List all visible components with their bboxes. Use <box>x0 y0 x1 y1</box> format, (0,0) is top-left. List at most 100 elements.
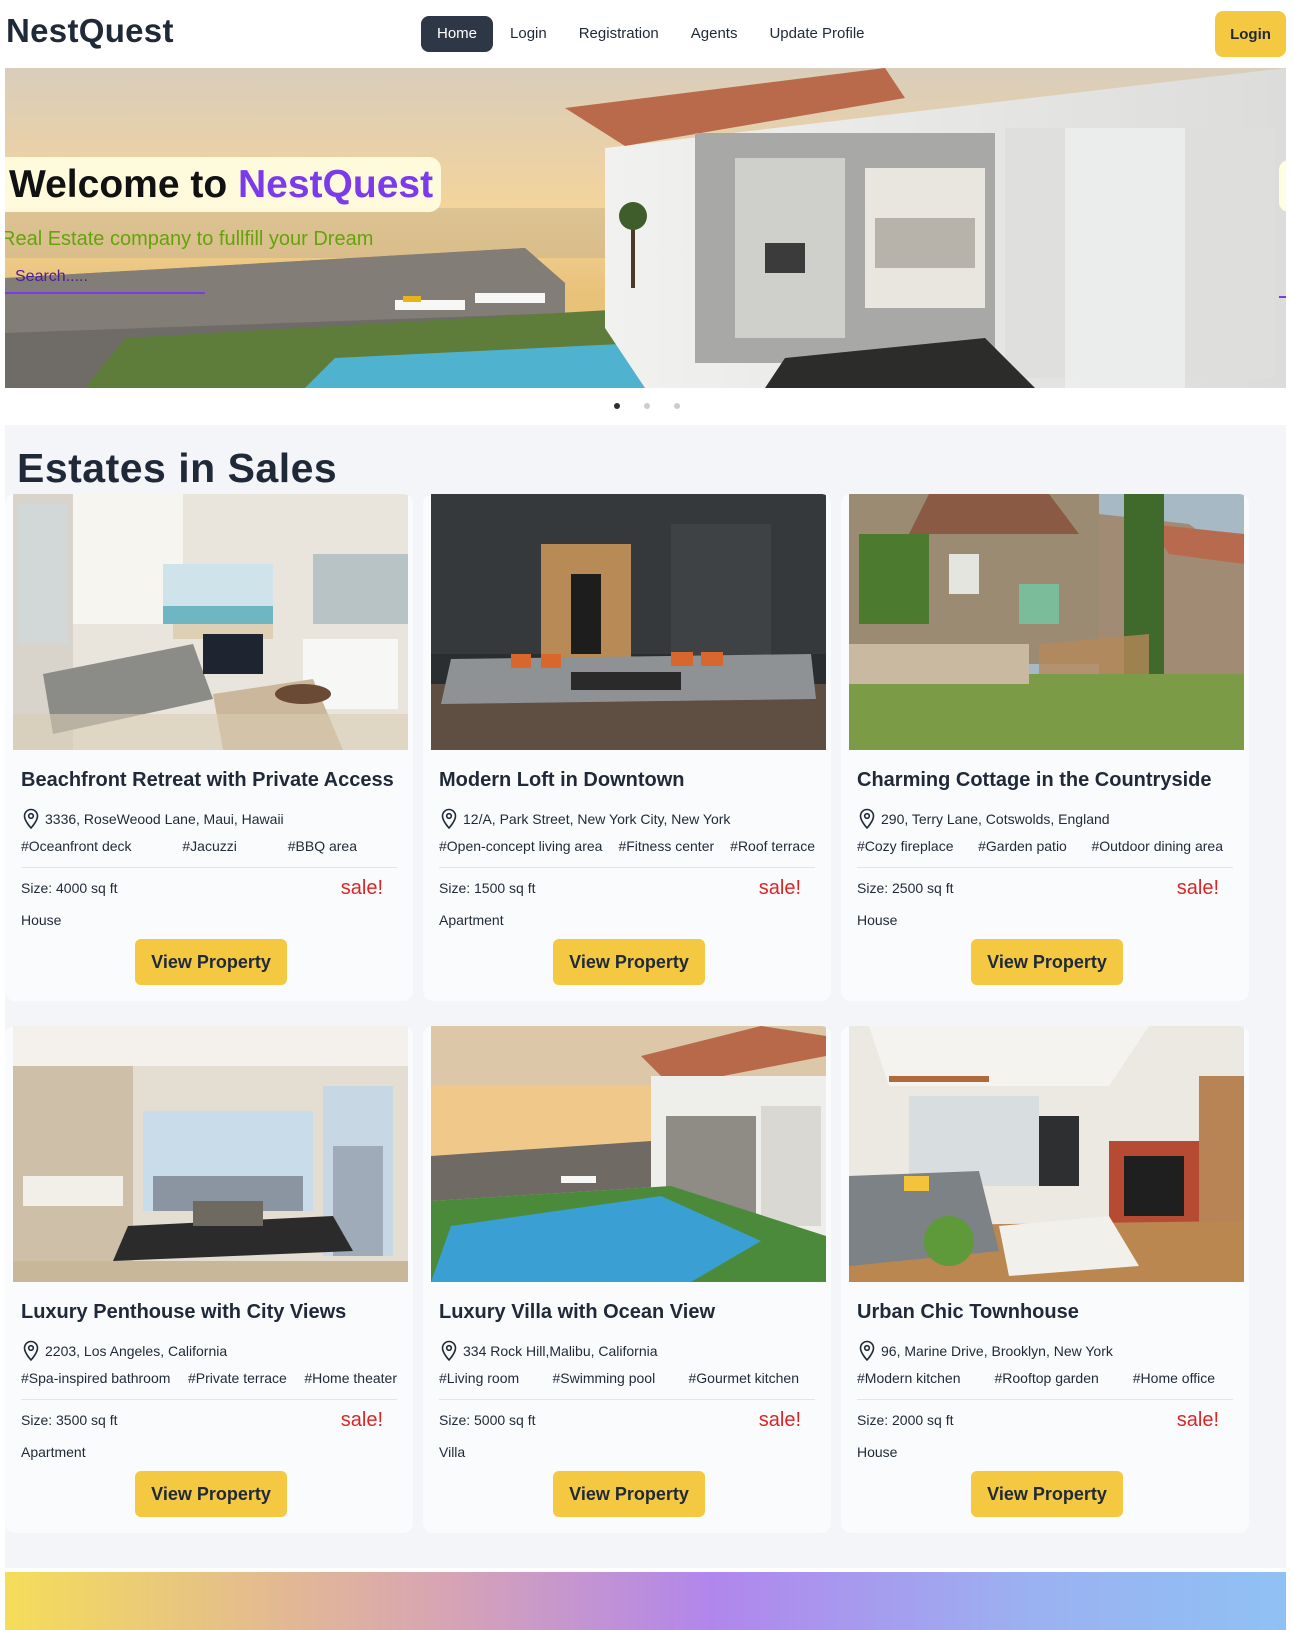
card-tag: #Fitness center <box>618 838 715 854</box>
card-title[interactable]: Luxury Villa with Ocean View <box>439 1301 715 1324</box>
sale-badge: sale! <box>1176 1409 1219 1431</box>
sale-badge: sale! <box>1176 877 1219 899</box>
location-pin-icon <box>441 1340 457 1362</box>
location-pin-icon <box>23 1340 39 1362</box>
view-property-button[interactable]: View Property <box>553 939 705 985</box>
penthouse-city-view-photo <box>13 1026 408 1282</box>
view-property-button[interactable]: View Property <box>971 1471 1123 1517</box>
view-property-button[interactable]: View Property <box>135 1471 287 1517</box>
card-location-text: 290, Terry Lane, Cotswolds, England <box>881 811 1110 827</box>
stone-cottage-photo <box>849 494 1244 750</box>
card-divider <box>439 1399 815 1400</box>
nav-link-home[interactable]: Home <box>421 16 494 52</box>
card-type: House <box>21 912 62 928</box>
card-size: Size: 2500 sq ft <box>857 880 954 896</box>
brand-logo[interactable]: NestQuest <box>6 12 174 50</box>
card-type: Villa <box>439 1444 466 1460</box>
villa-pool-sunset-photo <box>431 1026 826 1282</box>
card-size: Size: 2000 sq ft <box>857 1412 954 1428</box>
card-divider <box>21 1399 397 1400</box>
nav-link-agents[interactable]: Agents <box>676 16 753 52</box>
card-tag: #Garden patio <box>978 838 1067 854</box>
property-card: Beachfront Retreat with Private Access 3… <box>5 494 413 1001</box>
hero-welcome-heading: Welcome to NestQuest <box>5 157 442 212</box>
card-tag: #BBQ area <box>287 838 357 854</box>
card-tag: #Roof terrace <box>730 838 815 854</box>
card-title[interactable]: Charming Cottage in the Countryside <box>857 769 1211 792</box>
card-location-text: 2203, Los Angeles, California <box>45 1343 228 1359</box>
carousel-dot-1[interactable] <box>613 403 620 409</box>
card-type: Apartment <box>21 1444 86 1460</box>
card-size: Size: 4000 sq ft <box>21 880 118 896</box>
card-tags: #Cozy fireplace #Garden patio #Outdoor d… <box>857 838 1223 854</box>
nav-link-login[interactable]: Login <box>495 16 562 52</box>
card-divider <box>21 867 397 868</box>
estates-section: Estates in Sales Beachfront Retreat with… <box>5 425 1286 1568</box>
card-location: 290, Terry Lane, Cotswolds, England <box>857 808 1110 830</box>
nav-link-update-profile[interactable]: Update Profile <box>754 16 879 52</box>
card-size: Size: 1500 sq ft <box>439 880 536 896</box>
hero-subtitle: Real Estate company to fullfill your Dre… <box>5 228 374 250</box>
card-tags: #Living room #Swimming pool #Gourmet kit… <box>439 1370 799 1386</box>
card-title[interactable]: Modern Loft in Downtown <box>439 769 685 792</box>
sale-badge: sale! <box>758 877 801 899</box>
login-button[interactable]: Login <box>1215 11 1286 57</box>
property-card: Luxury Villa with Ocean View 334 Rock Hi… <box>423 1026 831 1533</box>
card-type: House <box>857 1444 898 1460</box>
card-tag: #Rooftop garden <box>994 1370 1099 1386</box>
property-card: Charming Cottage in the Countryside 290,… <box>841 494 1249 1001</box>
nav-links: Home Login Registration Agents Update Pr… <box>421 16 882 52</box>
card-tag: #Jacuzzi <box>182 838 237 854</box>
card-tag: #Home office <box>1132 1370 1215 1386</box>
card-title[interactable]: Luxury Penthouse with City Views <box>21 1301 346 1324</box>
card-divider <box>857 867 1233 868</box>
location-pin-icon <box>859 1340 875 1362</box>
sale-badge: sale! <box>340 877 383 899</box>
card-tag: #Oceanfront deck <box>21 838 132 854</box>
next-slide-peek-underline <box>1279 296 1286 298</box>
card-type: Apartment <box>439 912 504 928</box>
property-card: Modern Loft in Downtown 12/A, Park Stree… <box>423 494 831 1001</box>
card-type: House <box>857 912 898 928</box>
card-tag: #Modern kitchen <box>857 1370 961 1386</box>
card-title[interactable]: Urban Chic Townhouse <box>857 1301 1079 1324</box>
card-size: Size: 5000 sq ft <box>439 1412 536 1428</box>
view-property-button[interactable]: View Property <box>553 1471 705 1517</box>
card-tag: #Outdoor dining area <box>1091 838 1223 854</box>
sale-badge: sale! <box>758 1409 801 1431</box>
carousel-dot-3[interactable] <box>673 403 680 409</box>
card-tags: #Spa-inspired bathroom #Private terrace … <box>21 1370 397 1386</box>
card-location: 2203, Los Angeles, California <box>21 1340 227 1362</box>
hero-welcome-prefix: Welcome to <box>9 163 228 206</box>
carousel-dot-2[interactable] <box>643 403 650 409</box>
card-size: Size: 3500 sq ft <box>21 1412 118 1428</box>
beach-living-room-photo <box>13 494 408 750</box>
location-pin-icon <box>859 808 875 830</box>
search-input[interactable] <box>5 262 205 294</box>
card-tags: #Modern kitchen #Rooftop garden #Home of… <box>857 1370 1215 1386</box>
dark-loft-living-room-photo <box>431 494 826 750</box>
view-property-button[interactable]: View Property <box>135 939 287 985</box>
townhouse-fireplace-photo <box>849 1026 1244 1282</box>
card-tag: #Spa-inspired bathroom <box>21 1370 171 1386</box>
card-tag: #Living room <box>439 1370 520 1386</box>
view-property-button[interactable]: View Property <box>971 939 1123 985</box>
card-tag: #Swimming pool <box>552 1370 656 1386</box>
navbar: NestQuest Home Login Registration Agents… <box>0 0 1293 68</box>
nav-link-registration[interactable]: Registration <box>564 16 674 52</box>
card-location: 96, Marine Drive, Brooklyn, New York <box>857 1340 1113 1362</box>
next-slide-peek[interactable] <box>1279 160 1286 212</box>
card-tags: #Oceanfront deck #Jacuzzi #BBQ area <box>21 838 357 854</box>
card-location-text: 3336, RoseWeood Lane, Maui, Hawaii <box>45 811 284 827</box>
card-divider <box>857 1399 1233 1400</box>
card-tag: #Cozy fireplace <box>857 838 954 854</box>
gradient-banner <box>5 1572 1286 1630</box>
card-location: 12/A, Park Street, New York City, New Yo… <box>439 808 730 830</box>
carousel-dots <box>0 403 1293 409</box>
card-location-text: 12/A, Park Street, New York City, New Yo… <box>463 811 731 827</box>
card-title[interactable]: Beachfront Retreat with Private Access <box>21 769 394 792</box>
card-location: 3336, RoseWeood Lane, Maui, Hawaii <box>21 808 284 830</box>
card-location: 334 Rock Hill,Malibu, California <box>439 1340 658 1362</box>
sale-badge: sale! <box>340 1409 383 1431</box>
section-title: Estates in Sales <box>17 445 338 491</box>
